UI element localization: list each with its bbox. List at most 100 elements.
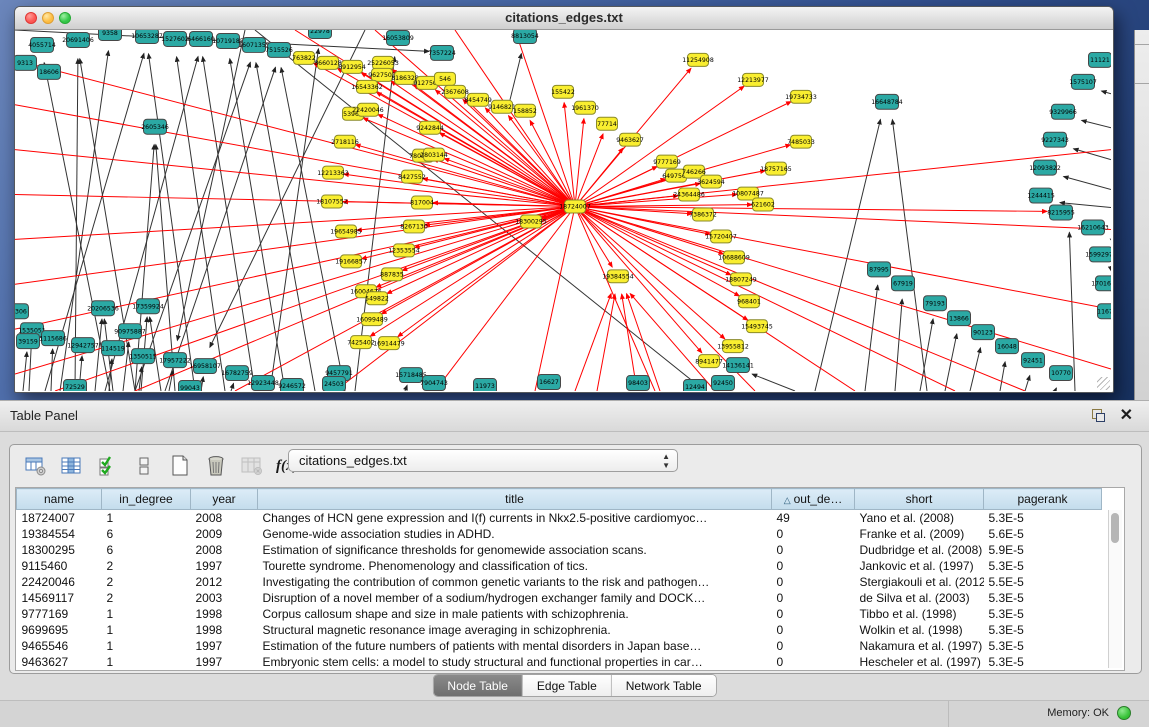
graph-node[interactable]	[194, 359, 217, 374]
graph-node[interactable]	[400, 368, 423, 383]
graph-edge[interactable]	[95, 319, 102, 391]
graph-node[interactable]	[92, 301, 115, 316]
graph-edge[interactable]	[575, 207, 955, 391]
graph-node[interactable]	[565, 200, 586, 213]
graph-node[interactable]	[404, 220, 425, 233]
column-header-in_degree[interactable]: in_degree	[102, 489, 191, 510]
table-cell[interactable]: 1	[102, 606, 191, 622]
table-cell[interactable]: 0	[772, 622, 855, 638]
table-cell[interactable]: 2003	[191, 590, 258, 606]
table-row[interactable]: 946554611997Estimation of the future num…	[17, 638, 1102, 654]
graph-node[interactable]	[1050, 205, 1073, 220]
table-cell[interactable]: 2012	[191, 574, 258, 590]
table-cell[interactable]: 1	[102, 654, 191, 670]
table-cell[interactable]: 5.3E-5	[984, 606, 1102, 622]
graph-edge[interactable]	[575, 207, 725, 339]
graph-node[interactable]	[423, 376, 446, 391]
graph-node[interactable]	[42, 331, 65, 346]
graph-node[interactable]	[684, 380, 707, 391]
graph-node[interactable]	[387, 30, 410, 45]
graph-node[interactable]	[892, 276, 915, 291]
table-cell[interactable]: Hescheler et al. (1997)	[855, 654, 984, 670]
graph-node[interactable]	[15, 304, 29, 319]
graph-node[interactable]	[15, 55, 37, 70]
graph-node[interactable]	[357, 80, 378, 93]
table-cell[interactable]: Estimation of significance thresholds fo…	[258, 542, 772, 558]
table-cell[interactable]: 5.3E-5	[984, 558, 1102, 574]
table-cell[interactable]: 2	[102, 558, 191, 574]
table-cell[interactable]: 1998	[191, 622, 258, 638]
graph-node[interactable]	[64, 380, 87, 391]
graph-node[interactable]	[268, 42, 291, 57]
table-cell[interactable]: Dudbridge et al. (2008)	[855, 542, 984, 558]
table-cell[interactable]: Yano et al. (2008)	[855, 510, 984, 527]
graph-node[interactable]	[753, 198, 774, 211]
graph-node[interactable]	[341, 255, 362, 268]
graph-node[interactable]	[72, 338, 95, 353]
table-cell[interactable]: Wolkin et al. (1998)	[855, 622, 984, 638]
graph-node[interactable]	[1034, 160, 1057, 175]
graph-node[interactable]	[351, 336, 372, 349]
table-cell[interactable]: 1	[102, 638, 191, 654]
graph-edge[interactable]	[1064, 177, 1111, 190]
table-cell[interactable]: 0	[772, 558, 855, 574]
graph-edge[interactable]	[235, 207, 575, 391]
graph-node[interactable]	[67, 32, 90, 47]
table-cell[interactable]: 6	[102, 526, 191, 542]
graph-node[interactable]	[318, 56, 339, 69]
graph-edge[interactable]	[892, 120, 927, 391]
graph-edge[interactable]	[575, 119, 584, 207]
graph-edge[interactable]	[405, 385, 407, 391]
table-cell[interactable]: Tibbo et al. (1998)	[855, 606, 984, 622]
table-cell[interactable]: Disruption of a novel member of a sodium…	[258, 590, 772, 606]
table-cell[interactable]: Franke et al. (2009)	[855, 526, 984, 542]
graph-node[interactable]	[435, 72, 456, 85]
table-cell[interactable]: 1997	[191, 654, 258, 670]
graph-node[interactable]	[723, 340, 744, 353]
table-selector-dropdown[interactable]: citations_edges.txt ▲▼	[288, 449, 678, 472]
graph-edge[interactable]	[1055, 388, 1056, 391]
graph-node[interactable]	[791, 135, 812, 148]
graph-node[interactable]	[688, 53, 709, 66]
table-cell[interactable]: 1	[102, 510, 191, 527]
graph-node[interactable]	[739, 295, 760, 308]
graph-node[interactable]	[309, 30, 332, 38]
results-panel-edge[interactable]	[1134, 30, 1149, 400]
graph-node[interactable]	[243, 37, 266, 52]
table-cell[interactable]: 2008	[191, 510, 258, 527]
column-header-pagerank[interactable]: pagerank	[984, 489, 1102, 510]
graph-node[interactable]	[102, 341, 125, 356]
graph-node[interactable]	[372, 68, 393, 81]
graph-node[interactable]	[1096, 276, 1112, 291]
graph-node[interactable]	[379, 337, 400, 350]
graph-node[interactable]	[679, 188, 700, 201]
table-cell[interactable]: 1997	[191, 558, 258, 574]
graph-node[interactable]	[492, 100, 513, 113]
show-columns-icon[interactable]	[60, 454, 84, 478]
network-canvas[interactable]: 1872400718300295193845547638228660128891…	[15, 30, 1111, 391]
graph-node[interactable]	[876, 94, 899, 109]
graph-node[interactable]	[335, 135, 356, 148]
graph-node[interactable]	[252, 376, 275, 391]
graph-node[interactable]	[382, 268, 403, 281]
select-all-icon[interactable]	[96, 454, 120, 478]
table-cell[interactable]: 5.5E-5	[984, 574, 1102, 590]
graph-node[interactable]	[164, 31, 187, 46]
graph-edge[interactable]	[865, 285, 878, 391]
graph-node[interactable]	[342, 60, 363, 73]
graph-node[interactable]	[362, 313, 383, 326]
graph-node[interactable]	[972, 325, 995, 340]
network-window[interactable]: citations_edges.txt 18724007183002951938…	[14, 6, 1114, 393]
graph-node[interactable]	[294, 51, 315, 64]
graph-edge[interactable]	[1000, 362, 1005, 391]
graph-node[interactable]	[791, 90, 812, 103]
graph-edge[interactable]	[535, 207, 575, 391]
table-cell[interactable]: 6	[102, 542, 191, 558]
table-cell[interactable]: 9777169	[17, 606, 102, 622]
node-table[interactable]: namein_degreeyeartitle△out_de…shortpager…	[16, 488, 1102, 670]
graph-node[interactable]	[424, 148, 445, 161]
graph-node[interactable]	[226, 366, 249, 381]
graph-node[interactable]	[217, 33, 240, 48]
graph-node[interactable]	[164, 353, 187, 368]
graph-node[interactable]	[620, 133, 641, 146]
